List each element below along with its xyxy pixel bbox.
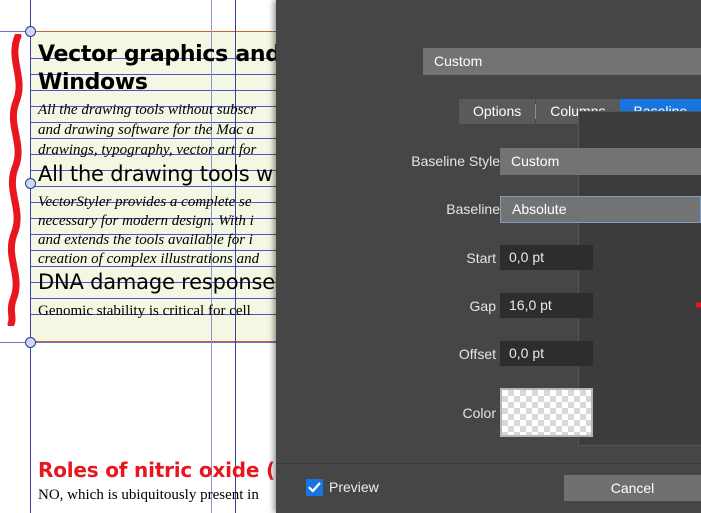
gap-input[interactable]: 16,0 pt	[500, 293, 593, 318]
baseline-style-combobox[interactable]: Custom	[500, 148, 701, 175]
frame-handle-bottom-left[interactable]	[25, 337, 36, 348]
doc-paragraph: VectorStyler provides a complete se	[38, 194, 252, 210]
doc-heading-red: Roles of nitric oxide (N	[38, 458, 292, 482]
annotation-arrow	[696, 302, 701, 308]
doc-paragraph: Genomic stability is critical for cell	[38, 303, 251, 319]
cancel-button[interactable]: Cancel	[564, 475, 701, 501]
start-label: Start	[466, 250, 496, 266]
baseline-style-label: Baseline Style	[411, 153, 500, 169]
start-input[interactable]: 0,0 pt	[500, 245, 593, 270]
offset-input[interactable]: 0,0 pt	[500, 341, 593, 366]
tab-options[interactable]: Options	[459, 99, 536, 124]
doc-paragraph: NO, which is ubiquitously present in	[38, 487, 259, 503]
doc-heading-2: All the drawing tools w	[38, 162, 273, 186]
doc-paragraph: and drawing software for the Mac a	[38, 122, 255, 138]
doc-heading-1: Vector graphics and i	[38, 42, 296, 67]
styles-combobox[interactable]: Custom	[423, 48, 701, 75]
checkmark-icon	[308, 482, 321, 493]
baseline-combobox[interactable]: Absolute	[500, 196, 701, 223]
doc-heading-2: DNA damage response	[38, 270, 275, 294]
doc-paragraph: creation of complex illustrations and	[38, 251, 260, 267]
dialog-footer: Preview Cancel	[276, 463, 701, 513]
paragraph-settings-dialog[interactable]: Styles Custom Options Columns Baseline B…	[276, 0, 701, 513]
horizontal-guide-bottom	[0, 342, 300, 343]
baseline-grid-line	[30, 186, 292, 187]
preview-checkbox[interactable]	[306, 479, 323, 496]
offset-label: Offset	[458, 346, 496, 362]
color-swatch[interactable]	[500, 388, 593, 437]
doc-heading-1-cont: Windows	[38, 70, 148, 95]
doc-paragraph: necessary for modern design. With i	[38, 213, 254, 229]
preview-label[interactable]: Preview	[329, 478, 379, 497]
color-label: Color	[462, 405, 496, 421]
gap-label: Gap	[469, 298, 496, 314]
doc-paragraph: and extends the tools available for i	[38, 232, 253, 248]
baseline-grid-line	[30, 298, 292, 299]
doc-paragraph: All the drawing tools without subscr	[38, 102, 256, 118]
annotation-squiggle	[7, 34, 23, 326]
doc-paragraph: drawings, typography, vector art for	[38, 142, 257, 158]
baseline-label: Baseline	[446, 201, 500, 217]
styles-row: Styles Custom	[276, 48, 701, 75]
